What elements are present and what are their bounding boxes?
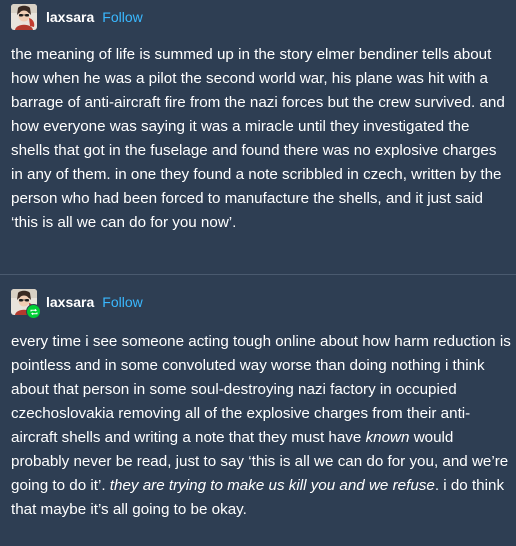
post-text: the meaning of life is summed up in the … <box>11 46 505 231</box>
post-body: every time i see someone acting tough on… <box>11 330 511 522</box>
username[interactable]: laxsara <box>46 9 94 25</box>
username[interactable]: laxsara <box>46 294 94 310</box>
post-body: the meaning of life is summed up in the … <box>11 43 511 235</box>
user-avatar-icon <box>11 4 37 30</box>
avatar[interactable] <box>11 4 37 30</box>
post-header: laxsara Follow <box>11 288 143 319</box>
avatar[interactable] <box>11 289 41 319</box>
post-text-emphasis: they are trying to make us kill you and … <box>109 477 435 494</box>
post-header: laxsara Follow <box>11 3 143 31</box>
follow-button[interactable]: Follow <box>102 9 142 25</box>
post-text-emphasis: known <box>365 429 410 446</box>
post-reblog: laxsara Follow every time i see someone … <box>0 275 516 546</box>
post-original: laxsara Follow the meaning of life is su… <box>0 0 516 275</box>
follow-button[interactable]: Follow <box>102 294 142 310</box>
reblog-icon <box>26 304 41 319</box>
